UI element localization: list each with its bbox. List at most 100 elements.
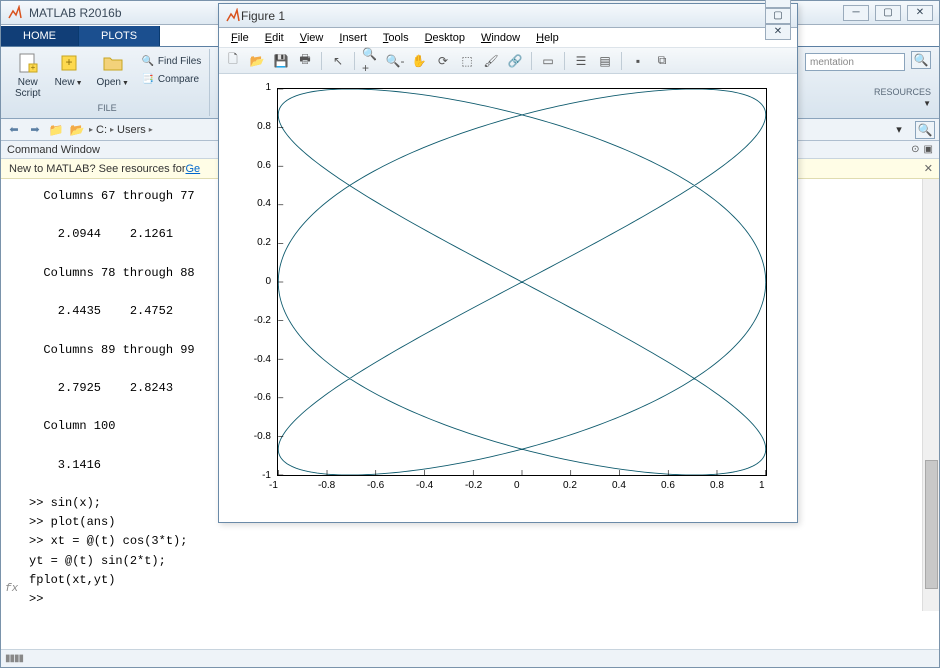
menu-insert[interactable]: Insert — [331, 30, 375, 46]
figure-plot-area: -1-0.8-0.6-0.4-0.200.20.40.60.81 -1-0.8-… — [219, 74, 797, 522]
search-doc-input[interactable]: mentation — [805, 53, 905, 71]
find-files-label: Find Files — [158, 56, 201, 67]
search-icon: 🔍 — [914, 53, 929, 67]
figure-window: Figure 1 ─ ▢ ✕ File Edit View Insert Too… — [218, 3, 798, 523]
maximize-button[interactable]: ▢ — [875, 5, 901, 21]
resources-group-label: RESOURCES — [874, 87, 931, 97]
lissajous-curve — [278, 89, 766, 475]
figure-menu-bar: File Edit View Insert Tools Desktop Wind… — [219, 28, 797, 48]
cmd-min-icon[interactable]: ⊙ — [911, 144, 919, 155]
open-button[interactable]: Open▼ — [93, 49, 133, 90]
figure-toolbar: 🗋 📂 💾 🖶 ↖ 🔍+ 🔍- ✋ ⟳ ⬚ 🖌 🔗 ▭ ☰ ▤ ▪ ⧉ — [219, 48, 797, 74]
x-tick-label: 0.8 — [710, 480, 724, 491]
nav-forward-button[interactable]: ➡ — [26, 122, 44, 138]
tb-edit-arrow-icon[interactable]: ↖ — [328, 51, 348, 71]
resources-dropdown[interactable]: ▼ — [923, 99, 931, 108]
figure-title: Figure 1 — [241, 9, 765, 23]
crumb-users[interactable]: Users — [117, 124, 146, 136]
y-tick-label: 1 — [247, 82, 271, 93]
tb-open-icon[interactable]: 📂 — [247, 51, 267, 71]
new-button[interactable]: + New▼ — [51, 49, 87, 90]
x-tick-label: 0.4 — [612, 480, 626, 491]
menu-edit[interactable]: Edit — [257, 30, 292, 46]
folder-browse-icon[interactable]: 📂 — [68, 122, 86, 138]
main-window-buttons: ─ ▢ ✕ — [843, 5, 933, 21]
tb-hide-icon[interactable]: ▪ — [628, 51, 648, 71]
folder-up-icon[interactable]: 📁 — [47, 122, 65, 138]
address-search-button[interactable]: 🔍 — [915, 121, 935, 139]
crumb-drive[interactable]: C: — [96, 124, 107, 136]
minimize-button[interactable]: ─ — [843, 5, 869, 21]
banner-link[interactable]: Ge — [185, 163, 200, 175]
command-window-title: Command Window — [7, 144, 100, 156]
fx-prompt-icon: fx — [5, 581, 18, 599]
tb-zoom-out-icon[interactable]: 🔍- — [385, 51, 405, 71]
figure-title-bar[interactable]: Figure 1 ─ ▢ ✕ — [219, 4, 797, 28]
tb-dock-icon[interactable]: ⧉ — [652, 51, 672, 71]
tb-pan-icon[interactable]: ✋ — [409, 51, 429, 71]
menu-help[interactable]: Help — [528, 30, 567, 46]
svg-text:+: + — [65, 55, 72, 69]
new-script-label: New Script — [15, 77, 41, 99]
tb-save-icon[interactable]: 💾 — [271, 51, 291, 71]
new-icon: + — [57, 51, 81, 75]
menu-desktop[interactable]: Desktop — [417, 30, 473, 46]
menu-view[interactable]: View — [292, 30, 332, 46]
new-script-button[interactable]: + New Script — [11, 49, 45, 101]
tb-link-icon[interactable]: 🔗 — [505, 51, 525, 71]
tb-zoom-in-icon[interactable]: 🔍+ — [361, 51, 381, 71]
svg-text:+: + — [30, 63, 35, 72]
x-tick-label: 1 — [759, 480, 765, 491]
tab-plots[interactable]: PLOTS — [79, 26, 160, 46]
menu-file[interactable]: File — [223, 30, 257, 46]
tab-home[interactable]: HOME — [1, 26, 79, 46]
compare-icon: 📑 — [141, 72, 155, 86]
menu-tools[interactable]: Tools — [375, 30, 417, 46]
new-script-icon: + — [16, 51, 40, 75]
x-tick-label: -0.4 — [416, 480, 433, 491]
nav-back-button[interactable]: ⬅ — [5, 122, 23, 138]
y-tick-label: -0.4 — [247, 354, 271, 365]
vertical-scrollbar[interactable] — [922, 179, 939, 611]
tb-legend2-icon[interactable]: ▤ — [595, 51, 615, 71]
tb-rotate-icon[interactable]: ⟳ — [433, 51, 453, 71]
ribbon-group-file: + New Script + New▼ Open▼ 🔍Find Files 📑C… — [5, 49, 210, 116]
menu-window[interactable]: Window — [473, 30, 528, 46]
x-tick-label: 0 — [514, 480, 520, 491]
y-tick-label: 0 — [247, 276, 271, 287]
fig-close-button[interactable]: ✕ — [765, 24, 791, 40]
tb-data-cursor-icon[interactable]: ⬚ — [457, 51, 477, 71]
search-placeholder: mentation — [810, 57, 854, 68]
tb-legend-icon[interactable]: ☰ — [571, 51, 591, 71]
find-files-button[interactable]: 🔍Find Files — [139, 53, 203, 69]
y-tick-label: 0.4 — [247, 198, 271, 209]
status-bar: ▮▮▮▮ — [1, 649, 939, 667]
y-tick-label: -1 — [247, 470, 271, 481]
file-group-label: FILE — [98, 103, 117, 113]
tb-colorbar-icon[interactable]: ▭ — [538, 51, 558, 71]
y-tick-label: 0.8 — [247, 121, 271, 132]
address-dropdown[interactable]: ▾ — [890, 122, 908, 138]
compare-button[interactable]: 📑Compare — [139, 71, 203, 87]
figure-logo-icon — [225, 8, 241, 24]
tb-print-icon[interactable]: 🖶 — [295, 51, 315, 71]
cmd-dock-icon[interactable]: ▣ — [924, 144, 933, 155]
fig-minimize-button[interactable]: ─ — [765, 0, 791, 8]
find-files-icon: 🔍 — [141, 54, 155, 68]
new-label: New▼ — [55, 77, 83, 88]
y-tick-label: 0.2 — [247, 237, 271, 248]
banner-close-button[interactable]: ✕ — [924, 162, 933, 175]
x-tick-label: 0.6 — [661, 480, 675, 491]
x-tick-label: 0.2 — [563, 480, 577, 491]
x-tick-label: -0.8 — [318, 480, 335, 491]
close-button[interactable]: ✕ — [907, 5, 933, 21]
tb-new-icon[interactable]: 🗋 — [223, 51, 243, 71]
open-label: Open▼ — [97, 77, 129, 88]
compare-label: Compare — [158, 74, 199, 85]
x-tick-label: -0.6 — [367, 480, 384, 491]
search-doc-button[interactable]: 🔍 — [911, 51, 931, 69]
axes-box[interactable] — [277, 88, 767, 476]
fig-maximize-button[interactable]: ▢ — [765, 8, 791, 24]
y-tick-label: -0.6 — [247, 392, 271, 403]
tb-brush-icon[interactable]: 🖌 — [481, 51, 501, 71]
